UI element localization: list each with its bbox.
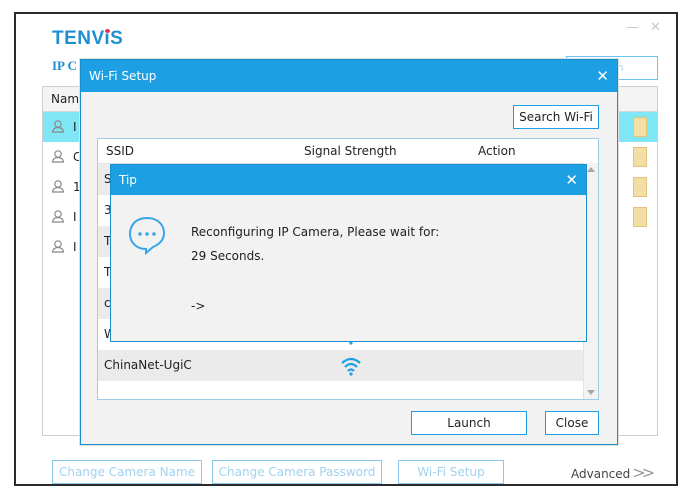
launch-button[interactable]: Launch — [411, 411, 527, 435]
wifi-signal-icon — [341, 357, 361, 376]
person-icon — [51, 240, 65, 253]
camera-name: I — [73, 210, 77, 224]
logo-dot — [105, 29, 110, 33]
section-title: IP C — [52, 58, 77, 73]
ssid-label: ChinaNet-UgiC — [104, 358, 192, 372]
change-camera-name-button[interactable]: Change Camera Name — [52, 460, 202, 484]
wifi-table-header: SSID Signal Strength Action — [98, 139, 598, 164]
status-tag — [633, 147, 647, 167]
camera-name: I — [73, 120, 77, 134]
close-button[interactable]: Close — [545, 411, 599, 435]
person-icon — [51, 210, 65, 223]
status-tag — [633, 207, 647, 227]
change-camera-password-button[interactable]: Change Camera Password — [212, 460, 382, 484]
close-icon[interactable]: ✕ — [596, 60, 609, 92]
person-icon — [51, 120, 65, 133]
wifi-dialog-titlebar: Wi-Fi Setup ✕ — [81, 60, 617, 92]
minimize-icon[interactable]: — — [626, 20, 639, 35]
column-header-signal-strength: Signal Strength — [304, 144, 397, 158]
person-icon — [51, 180, 65, 193]
tenvis-logo: TENViS — [52, 28, 124, 49]
tip-dialog-title: Tip — [119, 173, 137, 187]
chat-bubble-icon — [128, 216, 166, 255]
column-header-action: Action — [478, 144, 516, 158]
list-item[interactable]: ChinaNet-UgiC — [98, 350, 598, 381]
advanced-button[interactable]: Advanced >> — [571, 463, 655, 482]
tip-dialog-titlebar: Tip ✕ — [111, 165, 586, 195]
column-header-ssid: SSID — [106, 144, 135, 158]
advanced-label: Advanced — [571, 467, 631, 481]
tip-progress: -> — [191, 299, 206, 313]
double-chevron-right-icon: >> — [632, 463, 655, 482]
person-icon — [51, 150, 65, 163]
camera-name: I — [73, 240, 77, 254]
close-icon[interactable]: ✕ — [565, 165, 578, 195]
tip-dialog: Tip ✕ Reconfiguring IP Camera, Please wa… — [110, 164, 587, 342]
wifi-dialog-title: Wi-Fi Setup — [89, 69, 157, 83]
search-wifi-button[interactable]: Search Wi-Fi — [513, 105, 599, 129]
tip-countdown: 29 Seconds. — [191, 249, 265, 263]
status-tag — [633, 117, 647, 137]
wifi-setup-button[interactable]: Wi-Fi Setup — [398, 460, 504, 484]
status-tag — [633, 177, 647, 197]
tip-message: Reconfiguring IP Camera, Please wait for… — [191, 225, 440, 239]
close-icon[interactable]: ✕ — [650, 20, 661, 35]
